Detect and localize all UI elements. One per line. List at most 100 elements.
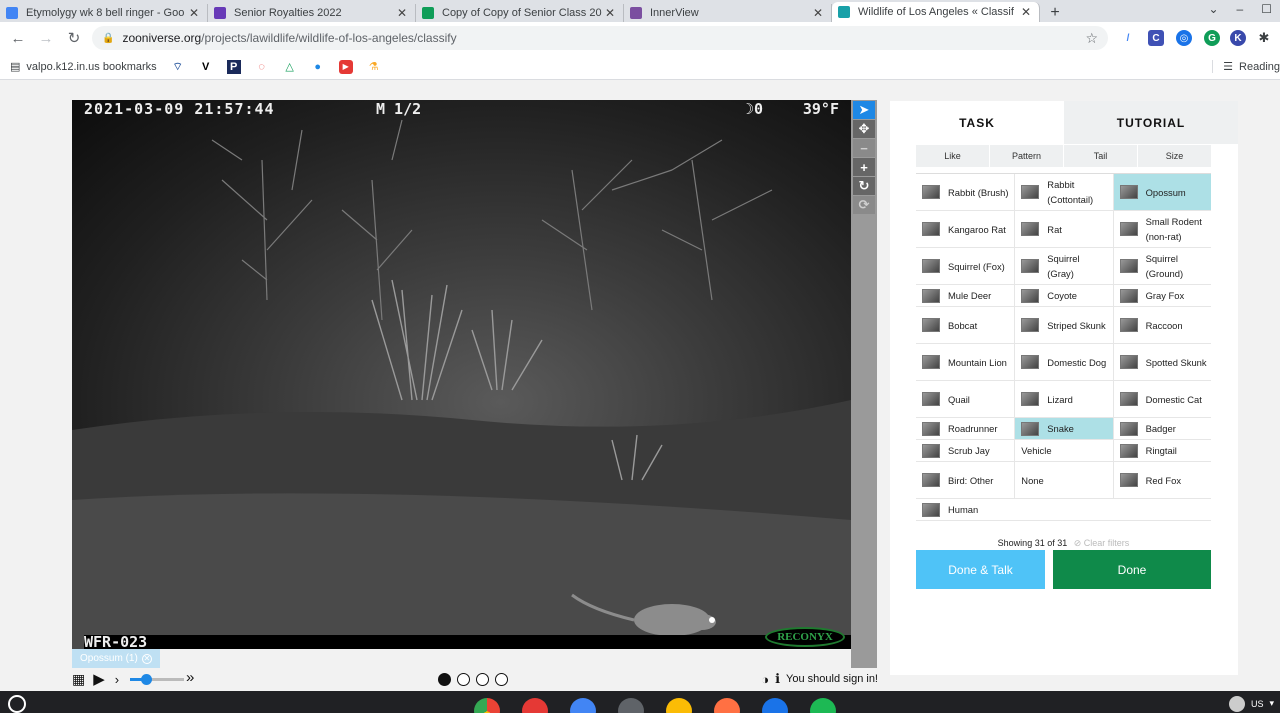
species-choice[interactable]: Domestic Cat [1112,381,1211,417]
drive-icon[interactable]: △ [283,60,297,74]
species-choice[interactable]: Rat [1014,211,1112,247]
species-choice[interactable]: Domestic Dog [1014,344,1112,380]
species-choice[interactable]: Ringtail [1112,440,1211,461]
species-choice[interactable]: Small Rodent (non-rat) [1112,211,1211,247]
new-tab-button[interactable]: + [1040,4,1070,22]
done-and-talk-button[interactable]: Done & Talk [916,550,1045,589]
camera-app-icon[interactable] [618,698,644,713]
frame-dot[interactable] [438,673,451,686]
address-bar[interactable]: 🔒 zooniverse.org/projects/lawildlife/wil… [92,26,1108,50]
tab-search-icon[interactable]: ⌄ [1208,2,1218,16]
species-choice[interactable]: Vehicle [1014,440,1112,461]
launcher-icon[interactable] [8,695,26,713]
reload-icon[interactable]: ↻ [60,29,88,47]
tab-close-icon[interactable]: ✕ [603,6,617,20]
frame-dot[interactable] [476,673,489,686]
forward-icon[interactable]: → [32,30,60,47]
playback-slider-knob[interactable] [141,674,153,685]
species-choice[interactable]: Bobcat [916,307,1014,343]
rotate-tool-icon[interactable]: ↻ [853,177,875,195]
zoom-out-tool-icon[interactable]: − [853,139,875,157]
chrome-app-icon[interactable] [474,698,500,713]
frames-grid-icon[interactable]: ▦ [72,671,85,688]
globe-icon[interactable]: ● [311,60,325,74]
minimize-icon[interactable]: – [1237,2,1244,16]
extension-circle-icon[interactable]: ◎ [1176,30,1192,46]
pointer-tool-icon[interactable]: ➤ [853,101,875,119]
reading-list[interactable]: ☰ Reading [1212,60,1280,73]
filter-like[interactable]: Like [916,145,989,167]
extension-c-icon[interactable]: C [1148,30,1164,46]
flask-icon[interactable]: ⚗ [367,60,381,74]
wifi-icon[interactable]: ⌔ [171,60,185,74]
extension-g-icon[interactable]: G [1204,30,1220,46]
species-choice[interactable]: Striped Skunk [1014,307,1112,343]
species-choice[interactable]: Badger [1112,418,1211,439]
frame-dot[interactable] [457,673,470,686]
species-choice[interactable]: Red Fox [1112,462,1211,498]
frame-dot[interactable] [495,673,508,686]
tab-tutorial[interactable]: TUTORIAL [1064,101,1238,144]
species-choice[interactable]: Rabbit (Brush) [916,174,1014,210]
species-choice[interactable]: Kangaroo Rat [916,211,1014,247]
annotation-tag[interactable]: Opossum (1) ✕ [72,649,160,668]
species-choice[interactable]: Gray Fox [1112,285,1211,306]
keep-app-icon[interactable] [666,698,692,713]
species-choice[interactable]: Roadrunner [916,418,1014,439]
species-choice[interactable]: Bird: Other [916,462,1014,498]
zoom-in-tool-icon[interactable]: + [853,158,875,176]
p-icon[interactable]: P [226,59,241,74]
tab-task[interactable]: TASK [890,101,1064,144]
extension-k-icon[interactable]: K [1230,30,1246,46]
contrast-icon[interactable]: ◑ [761,672,769,687]
speed-faster-icon[interactable]: » [186,669,194,686]
canvas-app-icon[interactable] [714,698,740,713]
v-icon[interactable]: V [199,60,213,74]
extensions-puzzle-icon[interactable]: ✱ [1256,30,1272,46]
info-icon[interactable]: ℹ [775,671,780,687]
spotify-app-icon[interactable] [810,698,836,713]
browser-tab[interactable]: Senior Royalties 2022 ✕ [208,4,416,22]
species-choice[interactable]: Raccoon [1112,307,1211,343]
species-choice[interactable]: Mountain Lion [916,344,1014,380]
species-choice[interactable]: Lizard [1014,381,1112,417]
browser-tab[interactable]: Wildlife of Los Angeles « Classif ✕ [832,2,1040,22]
tab-close-icon[interactable]: ✕ [1019,5,1033,19]
clear-filters-link[interactable]: ⊘ Clear filters [1074,538,1130,548]
extension-slash-icon[interactable]: / [1120,30,1136,46]
browser-tab[interactable]: Etymolygy wk 8 bell ringer - Goo ✕ [0,4,208,22]
species-choice[interactable]: Mule Deer [916,285,1014,306]
playback-slider[interactable] [130,674,184,685]
ring-icon[interactable]: ◌ [255,60,269,74]
reset-tool-icon[interactable]: ⟳ [853,196,875,214]
species-choice[interactable]: Snake [1014,418,1113,439]
bookmark-star-icon[interactable]: ☆ [1085,30,1098,47]
species-choice[interactable]: Quail [916,381,1014,417]
species-choice[interactable]: Opossum [1112,174,1211,210]
bookmarks-folder[interactable]: ▤ valpo.k12.in.us bookmarks [10,60,157,74]
species-choice[interactable]: Spotted Skunk [1112,344,1211,380]
browser-tab[interactable]: InnerView ✕ [624,4,832,22]
filter-size[interactable]: Size [1137,145,1211,167]
species-choice[interactable]: Squirrel (Ground) [1112,248,1211,284]
tab-close-icon[interactable]: ✕ [811,6,825,20]
species-choice[interactable]: Rabbit (Cottontail) [1014,174,1112,210]
species-choice[interactable]: None [1014,462,1112,498]
files-app-icon[interactable] [762,698,788,713]
species-choice[interactable]: Coyote [1014,285,1112,306]
filter-pattern[interactable]: Pattern [989,145,1063,167]
speed-slower-icon[interactable]: › [115,672,119,687]
annotation-remove-icon[interactable]: ✕ [141,653,152,664]
back-icon[interactable]: ← [4,30,32,47]
done-button[interactable]: Done [1053,550,1211,589]
youtube-app-icon[interactable] [522,698,548,713]
tab-close-icon[interactable]: ✕ [395,6,409,20]
pan-tool-icon[interactable]: ✥ [853,120,875,138]
species-choice[interactable]: Human [916,499,1014,520]
species-choice[interactable]: Scrub Jay [916,440,1014,461]
species-choice[interactable]: Squirrel (Gray) [1014,248,1112,284]
status-tray[interactable]: US ▾ [1228,694,1280,713]
subject-viewer[interactable]: 2021-03-09 21:57:44 M 1/2 ☽0 39°F WFR-02… [72,100,851,649]
play-button[interactable]: ▶ [93,670,105,688]
species-choice[interactable]: Squirrel (Fox) [916,248,1014,284]
